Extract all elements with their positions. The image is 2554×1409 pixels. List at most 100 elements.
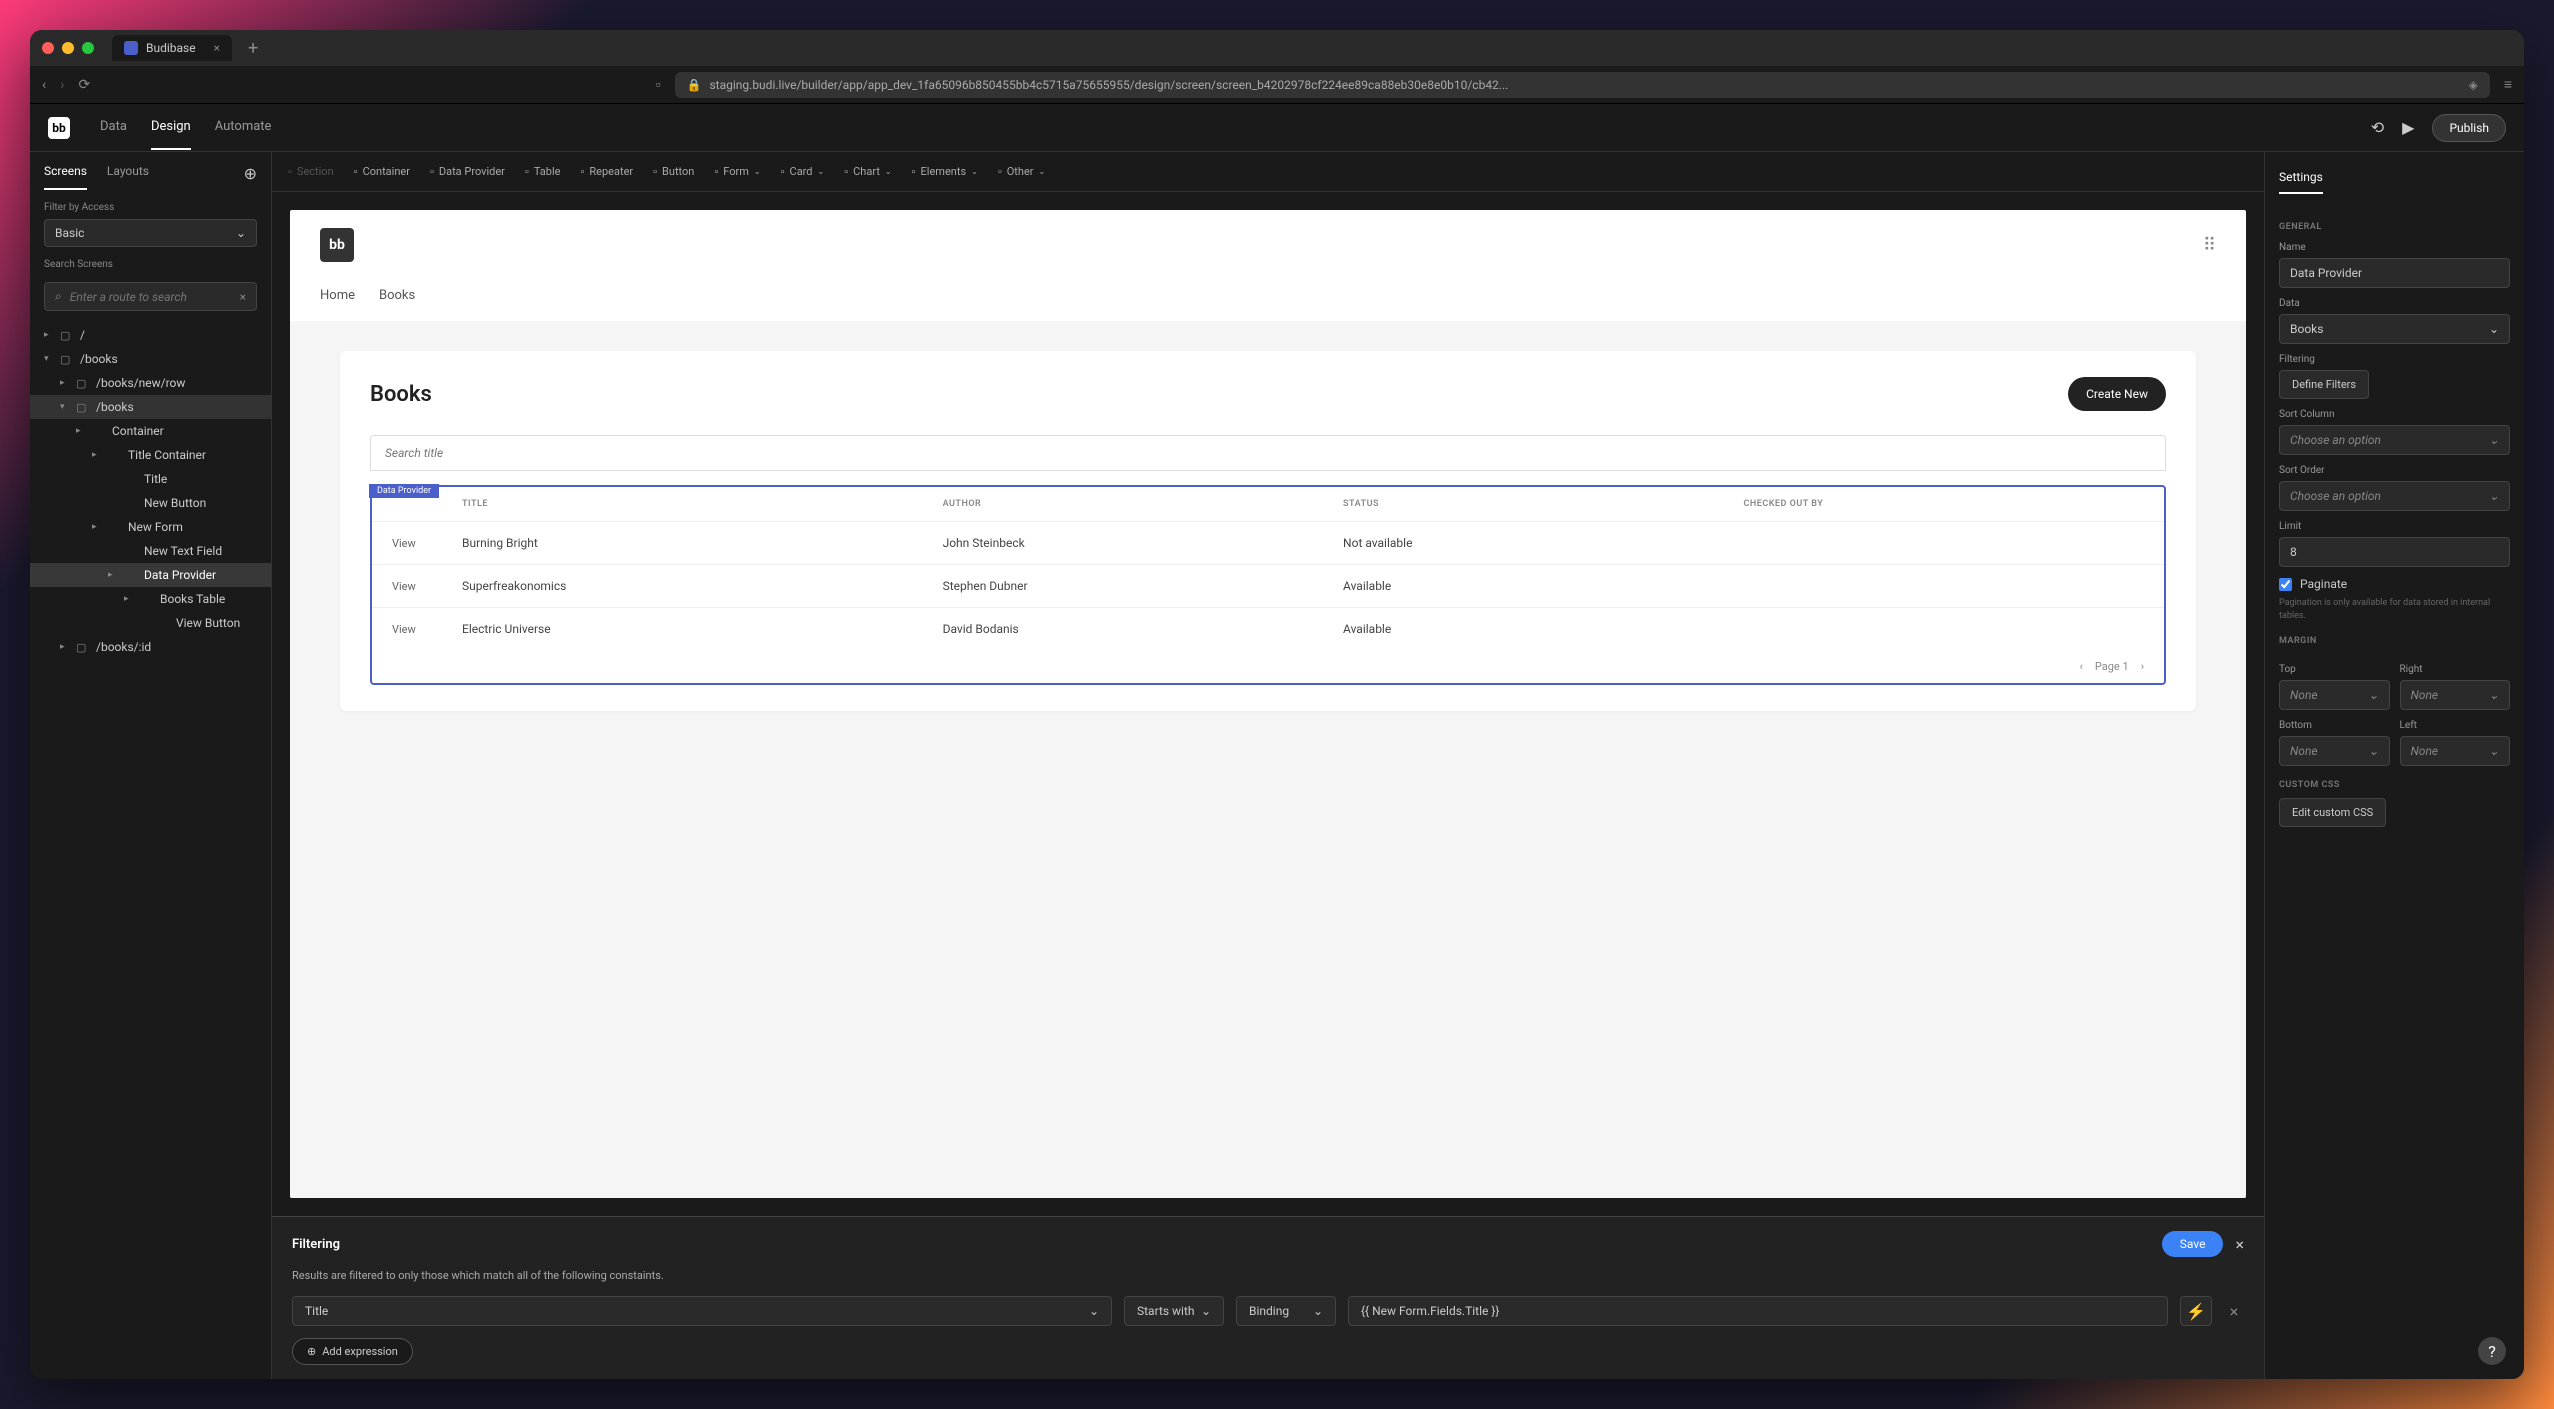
app-header: bb Data Design Automate ⟲ ▶ Publish [30, 104, 2524, 152]
tree-item[interactable]: ▸▢/books/new/row [30, 371, 271, 395]
help-button[interactable]: ? [2478, 1337, 2506, 1365]
tree-item[interactable]: New Button [30, 491, 271, 515]
tab-automate[interactable]: Automate [215, 105, 272, 150]
app-logo[interactable]: bb [48, 117, 70, 139]
filter-field-select[interactable]: Title⌄ [292, 1296, 1112, 1326]
save-button[interactable]: Save [2162, 1231, 2224, 1257]
sort-column-select[interactable]: Choose an option⌄ [2279, 425, 2510, 455]
nav-home[interactable]: Home [320, 288, 355, 303]
binding-button[interactable]: ⚡ [2180, 1296, 2212, 1326]
page-title: Books [370, 382, 432, 407]
screen-search-input[interactable] [70, 290, 232, 304]
add-expression-button[interactable]: ⊕ Add expression [292, 1338, 413, 1365]
close-panel-icon[interactable]: × [2235, 1235, 2244, 1254]
chevron-down-icon: ⌄ [236, 226, 246, 240]
prev-page-icon[interactable]: ‹ [2080, 660, 2083, 673]
tab-title: Budibase [146, 41, 196, 55]
toolbar-elements[interactable]: ▫Elements⌄ [912, 165, 978, 178]
tree-item[interactable]: ▸Books Table [30, 587, 271, 611]
toolbar-repeater[interactable]: ▫Repeater [580, 165, 633, 178]
table-row[interactable]: ViewBurning BrightJohn SteinbeckNot avai… [372, 522, 2164, 565]
titlebar: Budibase × + [30, 30, 2524, 66]
publish-button[interactable]: Publish [2432, 114, 2506, 142]
apps-grid-icon[interactable]: ⠿ [2203, 235, 2216, 256]
filter-operator-select[interactable]: Starts with⌄ [1124, 1296, 1224, 1326]
create-new-button[interactable]: Create New [2068, 377, 2166, 411]
margin-left-select[interactable]: None⌄ [2400, 736, 2511, 766]
toolbar-other[interactable]: ▫Other⌄ [998, 165, 1045, 178]
menu-icon[interactable]: ≡ [2504, 76, 2512, 93]
remove-filter-icon[interactable]: × [2224, 1302, 2244, 1321]
chevron-down-icon: ⌄ [1313, 1304, 1323, 1318]
forward-button[interactable]: › [60, 77, 64, 93]
toolbar-table[interactable]: ▫Table [525, 165, 561, 178]
tab-data[interactable]: Data [100, 105, 127, 150]
tree-item[interactable]: ▸▢/books/:id [30, 635, 271, 659]
search-title-input[interactable] [370, 435, 2166, 471]
bookmark-icon[interactable]: ▫ [656, 76, 661, 93]
name-label: Name [2279, 242, 2510, 253]
tree-item[interactable]: ▸New Form [30, 515, 271, 539]
tree-item[interactable]: New Text Field [30, 539, 271, 563]
sort-column-label: Sort Column [2279, 409, 2510, 420]
close-tab-icon[interactable]: × [214, 41, 220, 55]
nav-books[interactable]: Books [379, 288, 415, 303]
reload-button[interactable]: ⟳ [78, 77, 90, 93]
favicon [124, 41, 138, 55]
filter-panel-title: Filtering [292, 1237, 340, 1252]
data-select[interactable]: Books⌄ [2279, 314, 2510, 344]
tree-item[interactable]: ▸Container [30, 419, 271, 443]
table-row[interactable]: ViewElectric UniverseDavid BodanisAvaila… [372, 608, 2164, 650]
toolbar-container[interactable]: ▫Container [354, 165, 410, 178]
tree-item[interactable]: ▸Title Container [30, 443, 271, 467]
filter-value-input[interactable]: {{ New Form.Fields.Title }} [1348, 1296, 2168, 1326]
filter-type-select[interactable]: Binding⌄ [1236, 1296, 1336, 1326]
paginate-checkbox[interactable]: Paginate [2279, 577, 2510, 591]
new-tab-button[interactable]: + [248, 38, 258, 59]
tab-design[interactable]: Design [151, 105, 191, 150]
clear-search-icon[interactable]: × [240, 290, 246, 304]
tree-item[interactable]: ▸Data Provider [30, 563, 271, 587]
toolbar-chart[interactable]: ▫Chart⌄ [844, 165, 891, 178]
lock-icon: 🔒 [687, 78, 702, 92]
tab-screens[interactable]: Screens [44, 164, 87, 190]
edit-css-button[interactable]: Edit custom CSS [2279, 798, 2386, 827]
toolbar-data-provider[interactable]: ▫Data Provider [430, 165, 505, 178]
margin-bottom-select[interactable]: None⌄ [2279, 736, 2390, 766]
sort-order-select[interactable]: Choose an option⌄ [2279, 481, 2510, 511]
minimize-window-button[interactable] [62, 42, 74, 54]
next-page-icon[interactable]: › [2141, 660, 2144, 673]
shield-icon[interactable]: ◈ [2469, 78, 2478, 92]
add-screen-icon[interactable]: ⊕ [244, 164, 257, 183]
tree-item[interactable]: ▾▢/books [30, 347, 271, 371]
settings-tab[interactable]: Settings [2279, 170, 2323, 194]
limit-label: Limit [2279, 521, 2510, 532]
define-filters-button[interactable]: Define Filters [2279, 370, 2369, 399]
close-window-button[interactable] [42, 42, 54, 54]
data-label: Data [2279, 298, 2510, 309]
toolbar-form[interactable]: ▫Form⌄ [714, 165, 760, 178]
toolbar-card[interactable]: ▫Card⌄ [781, 165, 825, 178]
access-filter-select[interactable]: Basic ⌄ [44, 219, 257, 247]
maximize-window-button[interactable] [82, 42, 94, 54]
tree-item[interactable]: ▾▢/books [30, 395, 271, 419]
tree-item[interactable]: Title [30, 467, 271, 491]
name-input[interactable] [2279, 258, 2510, 288]
toolbar-button[interactable]: ▫Button [653, 165, 694, 178]
margin-right-select[interactable]: None⌄ [2400, 680, 2511, 710]
play-icon[interactable]: ▶ [2402, 118, 2414, 137]
back-button[interactable]: ‹ [42, 77, 46, 93]
table-row[interactable]: ViewSuperfreakonomicsStephen DubnerAvail… [372, 565, 2164, 608]
url-field[interactable]: 🔒 staging.budi.live/builder/app/app_dev_… [675, 72, 2490, 98]
tab-layouts[interactable]: Layouts [107, 164, 149, 190]
tree-item[interactable]: View Button [30, 611, 271, 635]
page-indicator: Page 1 [2095, 660, 2129, 673]
col-status: STATUS [1343, 499, 1743, 509]
browser-tab[interactable]: Budibase × [112, 35, 232, 61]
tree-item[interactable]: ▸▢/ [30, 323, 271, 347]
chevron-down-icon: ⌄ [2368, 688, 2378, 702]
chevron-down-icon: ⌄ [2489, 744, 2499, 758]
limit-input[interactable] [2279, 537, 2510, 567]
undo-icon[interactable]: ⟲ [2371, 118, 2384, 137]
margin-top-select[interactable]: None⌄ [2279, 680, 2390, 710]
